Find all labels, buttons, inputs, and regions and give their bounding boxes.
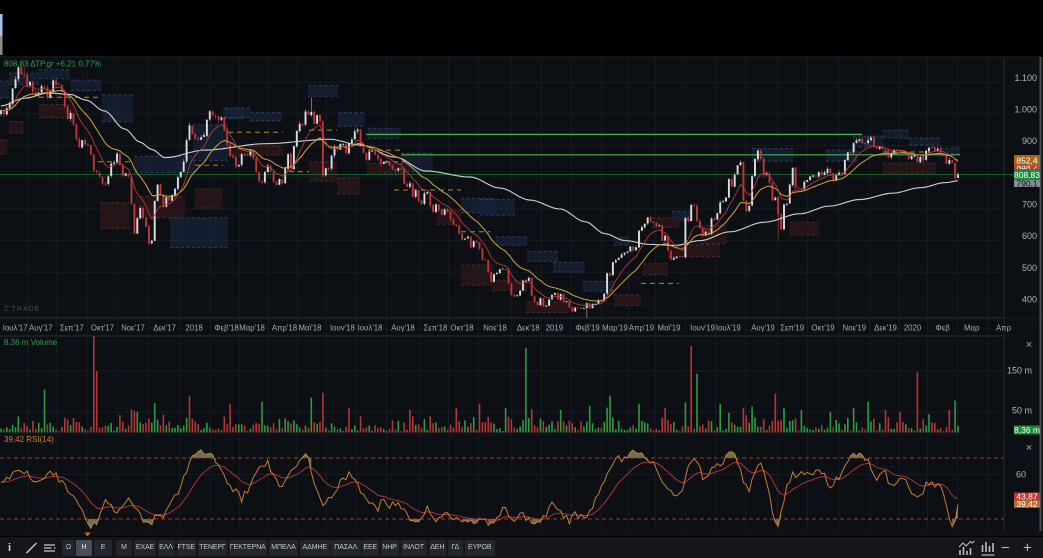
svg-text:✕: ✕ [1025,443,1032,453]
svg-text:Αυγ'18: Αυγ'18 [391,324,415,333]
svg-text:852,4: 852,4 [1016,156,1038,166]
svg-text:Μαϊ'19: Μαϊ'19 [658,324,681,333]
svg-text:Νοε'17: Νοε'17 [121,324,145,333]
svg-text:50 m: 50 m [1012,406,1032,416]
svg-text:400: 400 [1022,295,1037,305]
svg-text:2020: 2020 [904,324,922,333]
svg-text:Δεκ'18: Δεκ'18 [517,324,540,333]
svg-text:Ιουλ'19: Ιουλ'19 [716,324,741,333]
svg-text:Ιουλ'17: Ιουλ'17 [3,324,28,333]
svg-text:Φεβ'19: Φεβ'19 [575,324,599,333]
svg-text:2018: 2018 [185,324,202,333]
svg-text:Οκτ'17: Οκτ'17 [91,324,114,333]
svg-text:Οκτ'18: Οκτ'18 [450,324,473,333]
svg-text:Νοε'18: Νοε'18 [483,324,507,333]
svg-text:Ιουν'18: Ιουν'18 [330,324,355,333]
svg-text:Απρ: Απρ [996,324,1012,333]
svg-text:Ιουν'19: Ιουν'19 [690,324,715,333]
svg-text:8,36 m Volume: 8,36 m Volume [4,338,58,347]
svg-text:39,42 RSI(14): 39,42 RSI(14) [4,435,54,444]
svg-text:Μαρ'19: Μαρ'19 [602,324,628,333]
svg-text:Δεκ'19: Δεκ'19 [874,324,897,333]
svg-text:Αυγ'19: Αυγ'19 [751,324,775,333]
svg-text:900: 900 [1022,136,1037,146]
svg-text:Οκτ'19: Οκτ'19 [811,324,834,333]
svg-text:Ιουλ'18: Ιουλ'18 [358,324,383,333]
svg-text:Σεπ'17: Σεπ'17 [60,324,84,333]
svg-text:1.000: 1.000 [1014,105,1037,115]
svg-text:600: 600 [1022,231,1037,241]
svg-text:39,42: 39,42 [1016,499,1038,509]
svg-text:Z'TRADE: Z'TRADE [4,306,40,313]
svg-text:808,83 ΔΤΡ.gr +6,21 0,77%: 808,83 ΔΤΡ.gr +6,21 0,77% [4,60,101,69]
svg-text:60: 60 [1016,470,1026,480]
svg-text:Απρ'18: Απρ'18 [272,324,297,333]
svg-text:✕: ✕ [1025,340,1032,350]
svg-text:Αυγ'17: Αυγ'17 [29,324,53,333]
svg-text:Δεκ'17: Δεκ'17 [153,324,176,333]
svg-text:150 m: 150 m [1007,366,1032,376]
svg-text:Νοε'19: Νοε'19 [842,324,866,333]
svg-text:Μαρ'18: Μαρ'18 [239,324,265,333]
svg-text:500: 500 [1022,263,1037,273]
svg-text:Φεβ: Φεβ [936,324,951,333]
svg-text:Μαϊ'18: Μαϊ'18 [299,324,322,333]
svg-text:Σεπ'18: Σεπ'18 [423,324,447,333]
svg-text:1.100: 1.100 [1014,73,1037,83]
svg-text:Μαρ: Μαρ [964,324,980,333]
svg-text:2019: 2019 [546,324,563,333]
svg-text:8,36 m: 8,36 m [1014,425,1040,435]
svg-text:Σεπ'19: Σεπ'19 [780,324,804,333]
svg-text:808,83: 808,83 [1014,170,1040,180]
svg-text:700: 700 [1022,200,1037,210]
svg-text:Απρ'19: Απρ'19 [629,324,654,333]
svg-text:Φεβ'18: Φεβ'18 [214,324,238,333]
